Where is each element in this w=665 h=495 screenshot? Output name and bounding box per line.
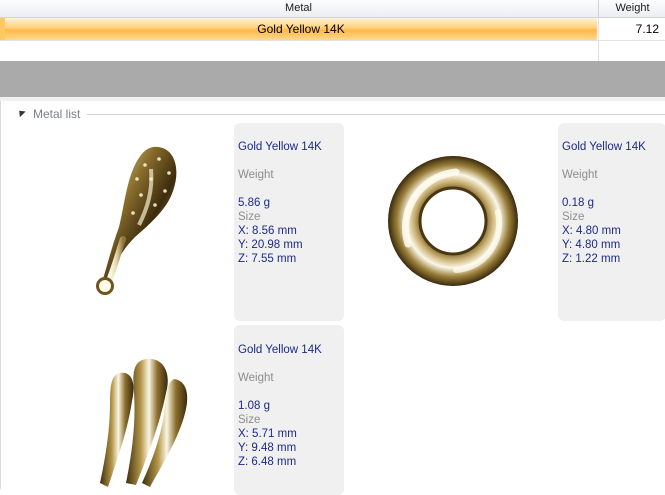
column-header-weight[interactable]: Weight (598, 0, 665, 17)
column-header-metal[interactable]: Metal (0, 0, 597, 17)
card-size-z: Z: 6.48 mm (238, 456, 297, 468)
card-weight-label: Weight (562, 169, 598, 181)
grid-empty-area (0, 61, 665, 97)
grid-header: Metal Weight (0, 0, 665, 18)
card-size-z: Z: 1.22 mm (562, 253, 621, 265)
card-weight-value: 1.08 g (238, 400, 270, 412)
pendant-drop-icon[interactable] (81, 139, 191, 299)
card-size-z: Z: 7.55 mm (238, 253, 297, 265)
card-size-label: Size (562, 211, 585, 223)
card-metal-name: Gold Yellow 14K (238, 344, 322, 356)
metal-card[interactable]: Gold Yellow 14K Weight 0.18 g Size X: 4.… (558, 123, 665, 321)
card-metal-name: Gold Yellow 14K (238, 141, 322, 153)
card-size-x: X: 5.71 mm (238, 428, 297, 440)
card-weight-label: Weight (238, 372, 274, 384)
metal-card[interactable]: Gold Yellow 14K Weight 1.08 g Size X: 5.… (234, 325, 344, 495)
group-divider (87, 114, 665, 115)
card-size-y: Y: 9.48 mm (238, 442, 297, 454)
table-row-empty[interactable] (0, 40, 665, 61)
card-size-label: Size (238, 211, 261, 223)
card-size-y: Y: 4.80 mm (562, 239, 621, 251)
card-weight-value: 5.86 g (238, 197, 270, 209)
card-weight-value: 0.18 g (562, 197, 594, 209)
card-size-x: X: 4.80 mm (562, 225, 621, 237)
card-size-y: Y: 20.98 mm (238, 239, 303, 251)
card-size-label: Size (238, 414, 261, 426)
metal-card[interactable]: Gold Yellow 14K Weight 5.86 g Size X: 8.… (234, 123, 344, 321)
metal-grid: Metal Weight Gold Yellow 14K 7.12 (0, 0, 665, 61)
ring-torus-icon[interactable] (386, 154, 520, 288)
card-metal-name: Gold Yellow 14K (562, 141, 646, 153)
cell-weight-empty[interactable] (598, 41, 665, 61)
table-row[interactable]: Gold Yellow 14K 7.12 (0, 18, 665, 40)
cell-weight[interactable]: 7.12 (598, 18, 665, 40)
card-weight-label: Weight (238, 169, 274, 181)
metal-list-group: Metal list Gold Yellow 14K Weight 5.86 g… (0, 101, 665, 495)
group-title: Metal list (33, 107, 81, 121)
collapse-triangle-icon[interactable] (16, 107, 26, 118)
cluster-petal-icon[interactable] (96, 353, 196, 489)
cell-metal[interactable]: Gold Yellow 14K (5, 18, 597, 40)
card-size-x: X: 8.56 mm (238, 225, 297, 237)
